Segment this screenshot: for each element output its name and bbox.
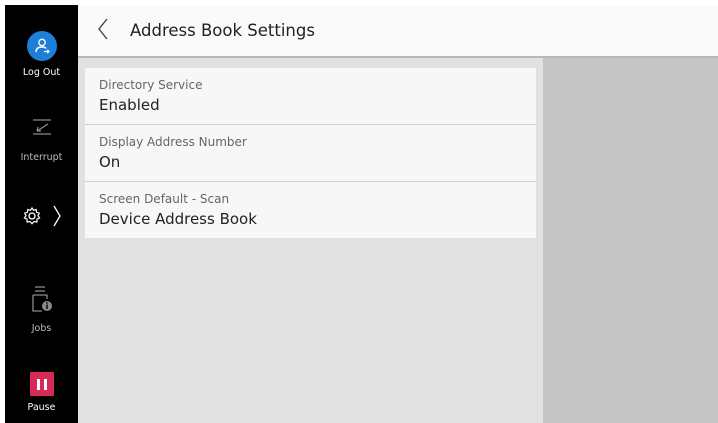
pause-button[interactable]: Pause (5, 372, 78, 413)
logout-button[interactable]: Log Out (5, 31, 78, 78)
jobs-printer-info-icon (5, 285, 78, 315)
jobs-label: Jobs (31, 323, 52, 334)
setting-value: On (99, 153, 121, 171)
screen: Log Out Interrupt Jobs Pause Address Boo… (0, 0, 718, 423)
chevron-right-icon (53, 205, 61, 231)
setting-value: Device Address Book (99, 210, 257, 228)
setting-label: Directory Service (99, 78, 203, 92)
setting-display-address-number[interactable]: Display Address Number On (85, 125, 536, 182)
setting-value: Enabled (99, 96, 160, 114)
back-chevron-icon[interactable] (96, 17, 116, 41)
settings-list: Directory Service Enabled Display Addres… (85, 68, 536, 238)
setting-label: Display Address Number (99, 135, 247, 149)
settings-button[interactable] (5, 205, 78, 231)
header-bar: Address Book Settings (78, 5, 718, 58)
pause-icon (29, 372, 54, 396)
interrupt-icon (5, 116, 78, 142)
side-panel (543, 58, 718, 423)
gear-icon (22, 206, 42, 230)
interrupt-label: Interrupt (20, 152, 63, 163)
jobs-button[interactable]: Jobs (5, 285, 78, 334)
logout-label: Log Out (22, 67, 61, 78)
page-title: Address Book Settings (130, 21, 315, 40)
user-logout-icon (26, 31, 57, 61)
interrupt-button[interactable]: Interrupt (5, 116, 78, 163)
pause-label: Pause (27, 402, 56, 413)
setting-screen-default-scan[interactable]: Screen Default - Scan Device Address Boo… (85, 182, 536, 238)
sidebar: Log Out Interrupt Jobs Pause (5, 5, 78, 423)
setting-label: Screen Default - Scan (99, 192, 230, 206)
setting-directory-service[interactable]: Directory Service Enabled (85, 68, 536, 125)
